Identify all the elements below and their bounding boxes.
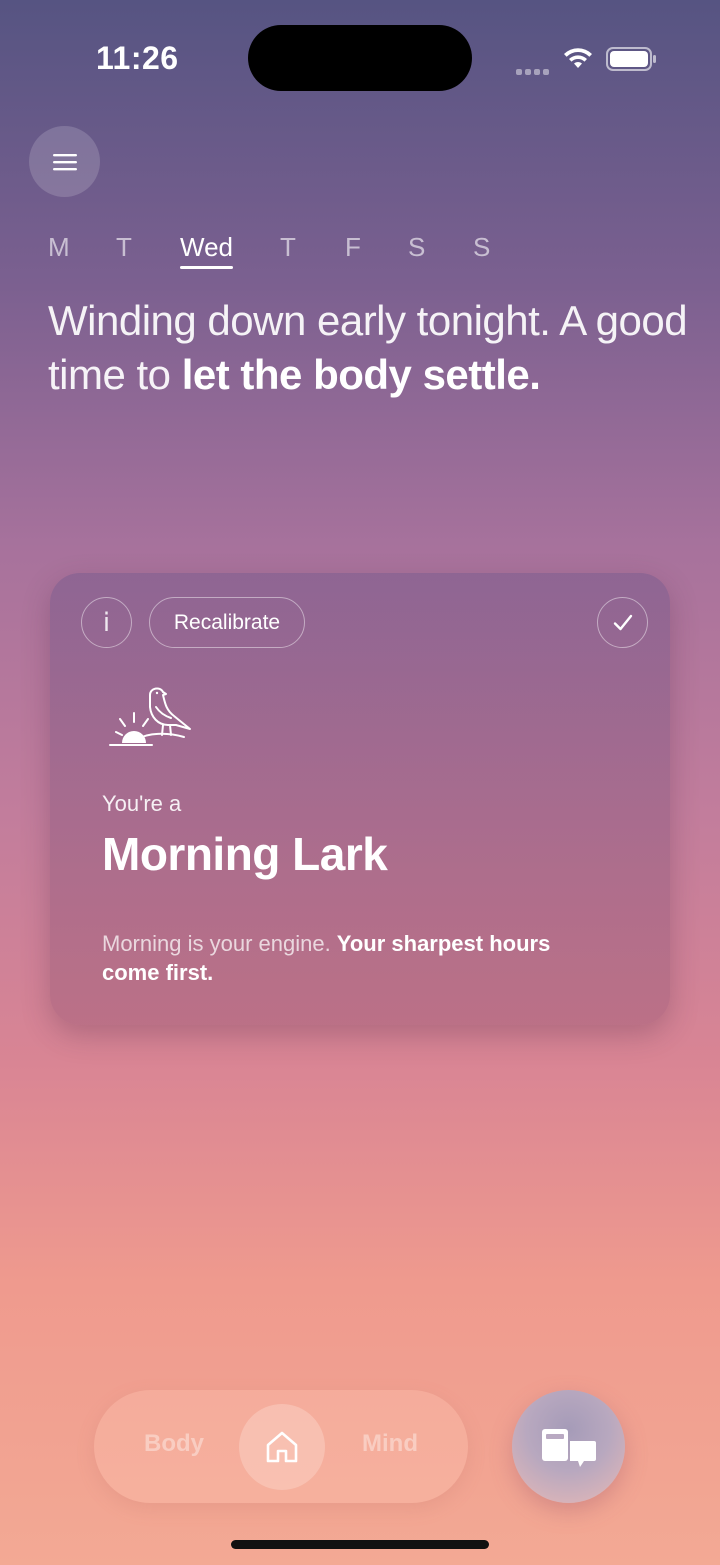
chat-button[interactable] [512,1390,625,1503]
info-icon: i [102,607,111,638]
status-time: 11:26 [96,40,179,76]
day-wednesday-active[interactable]: Wed [180,232,233,269]
day-saturday[interactable]: S [408,232,425,263]
day-monday[interactable]: M [48,232,70,263]
day-friday[interactable]: F [345,232,361,263]
chronotype-title: Morning Lark [102,828,388,880]
bottom-tab-bar: Body Mind [94,1390,468,1503]
status-bar: 11:26 [0,0,720,120]
menu-icon [52,153,77,170]
tab-body[interactable]: Body [144,1430,204,1458]
daily-message: Winding down early tonight. A good time … [48,294,688,402]
day-tuesday[interactable]: T [116,232,132,263]
chat-icon [541,1428,596,1467]
check-icon [613,614,632,630]
confirm-button[interactable] [597,597,648,648]
home-icon [266,1431,298,1463]
menu-button[interactable] [29,126,100,197]
day-thursday[interactable]: T [280,232,296,263]
day-sunday[interactable]: S [473,232,490,263]
home-indicator [231,1540,489,1549]
dynamic-island [248,25,472,91]
chronotype-intro: You're a [102,791,182,816]
recalibrate-button[interactable]: Recalibrate [149,597,305,648]
chronotype-card: i Recalibrate You're a Morning Lark Morn… [50,573,670,1025]
battery-icon [606,47,656,71]
tab-mind[interactable]: Mind [362,1430,418,1458]
cellular-signal-icon [516,62,552,75]
tab-home[interactable] [239,1404,325,1490]
daily-message-emphasis: let the body settle. [181,351,541,398]
chronotype-description-text: Morning is your engine. [102,931,337,956]
info-button[interactable]: i [81,597,132,648]
chronotype-description: Morning is your engine. Your sharpest ho… [102,929,602,987]
bird-sunrise-icon [109,687,191,746]
wifi-icon [564,48,592,68]
